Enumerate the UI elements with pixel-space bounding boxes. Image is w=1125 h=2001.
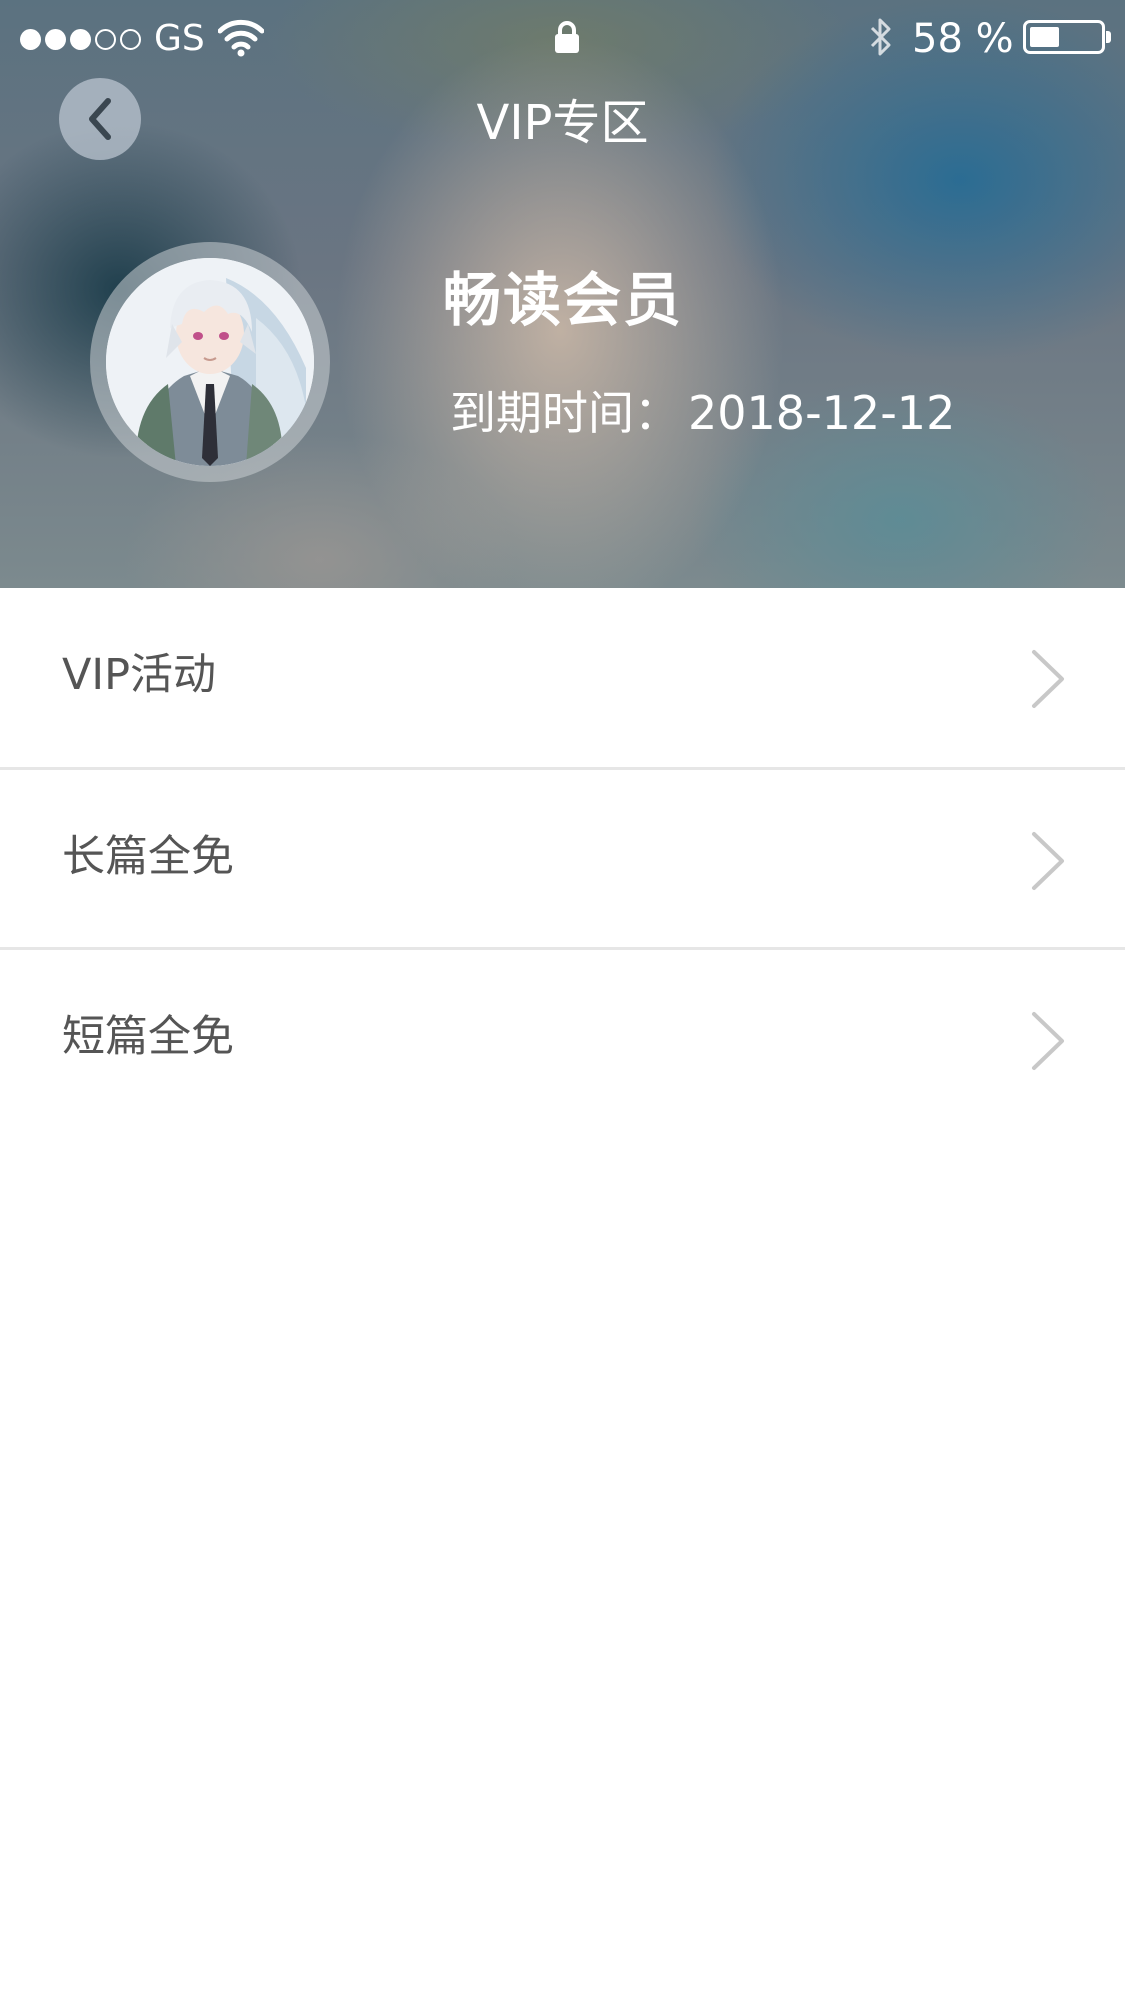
- battery-level: [1030, 27, 1059, 47]
- chevron-right-icon: [1032, 1012, 1064, 1070]
- avatar: [106, 258, 314, 466]
- bluetooth-icon: [870, 18, 891, 56]
- battery-nub: [1106, 31, 1111, 43]
- signal-dot: [45, 28, 66, 50]
- page-title: VIP专区: [476, 95, 649, 151]
- signal-dot: [95, 28, 116, 50]
- chevron-right-icon: [1032, 650, 1064, 708]
- signal-dot: [70, 28, 91, 50]
- membership-name: 畅读会员: [443, 266, 684, 334]
- status-bar: GS 58 %: [0, 0, 1125, 80]
- signal-dot: [120, 28, 141, 50]
- expiry-info: 到期时间： 2018-12-12: [450, 382, 955, 444]
- signal-strength: [20, 26, 145, 52]
- chevron-right-icon: [1032, 832, 1064, 890]
- battery-icon: [1023, 20, 1111, 54]
- menu-item-label: 长篇全免: [62, 832, 234, 882]
- menu-item-label: 短篇全免: [62, 1012, 234, 1062]
- expiry-label: 到期时间：: [450, 386, 680, 440]
- signal-dot: [20, 28, 41, 50]
- menu-item-label: VIP活动: [62, 650, 217, 700]
- vip-header: GS 58 % VIP专区 畅读会员 到期时间： 2018-12-12: [0, 0, 1125, 588]
- avatar-image: [106, 258, 314, 466]
- menu-item-long-free[interactable]: 长篇全免: [0, 770, 1125, 950]
- carrier-name: GS: [154, 18, 205, 59]
- menu-item-short-free[interactable]: 短篇全免: [0, 950, 1125, 1130]
- lock-icon: [555, 21, 579, 53]
- vip-menu: VIP活动 长篇全免 短篇全免: [0, 588, 1125, 1130]
- expiry-date: 2018-12-12: [688, 386, 956, 440]
- battery-percent: 58 %: [912, 16, 1014, 62]
- menu-item-vip-activity[interactable]: VIP活动: [0, 588, 1125, 770]
- wifi-icon: [218, 19, 264, 57]
